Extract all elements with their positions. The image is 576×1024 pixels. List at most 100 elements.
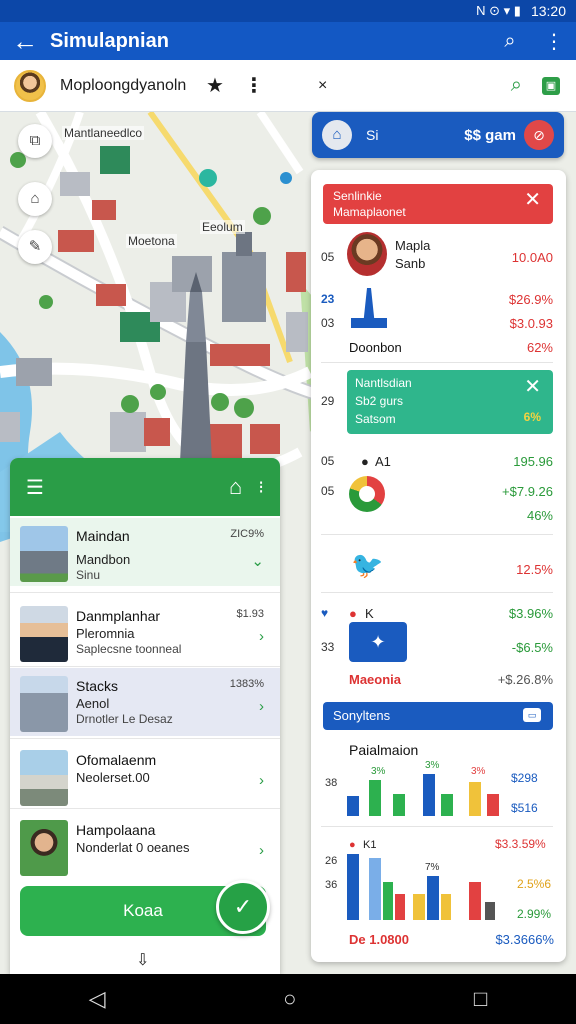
bar xyxy=(395,894,405,920)
bar-chart-2: ● K1 26 36 7% $3.3.59% 2.5%6 2.99% xyxy=(325,837,551,921)
confirm-fab[interactable]: ✓ xyxy=(216,880,270,934)
bar xyxy=(423,774,435,816)
item-detail: Saplecsne toonneal xyxy=(76,642,182,656)
row-number: 29 xyxy=(321,394,335,408)
list-item[interactable]: Ofomalaenm Neolerset.00 › xyxy=(10,742,280,810)
divider xyxy=(10,738,280,739)
chart-left-num: 26 xyxy=(325,855,337,867)
chart-title: Paialmaion xyxy=(349,742,419,758)
map-tool-icon[interactable]: ✎ xyxy=(18,230,52,264)
person-icon[interactable]: ⁝ xyxy=(258,477,264,498)
bar xyxy=(369,858,381,920)
bank-icon: ⌂ xyxy=(322,120,352,150)
chart-label: 3% xyxy=(425,760,440,771)
info-subtitle: Satsom xyxy=(355,412,396,426)
section-header[interactable]: Sonyltens ▭ xyxy=(323,702,553,730)
row-value: 10.0A0 xyxy=(511,250,553,265)
pin-icon: ● xyxy=(349,606,357,621)
chevron-right-icon[interactable]: › xyxy=(259,628,264,645)
row-value: +$.26.8% xyxy=(497,672,553,687)
more-icon[interactable]: ⋮ xyxy=(532,29,576,54)
divider xyxy=(321,362,553,363)
chevron-down-icon[interactable]: ⌄ xyxy=(251,552,264,570)
item-subtitle: Neolerset.00 xyxy=(76,770,150,785)
balance-pill[interactable]: ⌂ Si $$ gam ⊘ xyxy=(312,112,564,158)
alert-subtitle: Mamaplaonet xyxy=(333,205,406,219)
chevron-right-icon[interactable]: › xyxy=(259,698,264,715)
chart-left-label: ● xyxy=(349,839,356,851)
chart-left-num: 38 xyxy=(325,777,337,789)
close-icon[interactable]: ✕ xyxy=(524,377,541,397)
map-building-icon[interactable]: ⌂ xyxy=(18,182,52,216)
chart-block-icon: ✦ xyxy=(349,622,407,662)
list-item[interactable]: Stacks Aenol Drnotler Le Desaz 1383% › xyxy=(10,668,280,736)
search-icon[interactable]: ⌕ xyxy=(488,30,532,53)
item-subtitle: Pleromnia xyxy=(76,626,135,641)
nav-recent-icon[interactable]: □ xyxy=(474,986,487,1012)
row-value: 62% xyxy=(526,340,553,355)
row-value: -$6.5% xyxy=(511,640,553,655)
bar xyxy=(347,854,359,920)
bar xyxy=(485,902,495,920)
stats-panel: Senlinkie Mamaplaonet ✕ 05 Mapla Sanb 10… xyxy=(311,170,566,962)
back-icon[interactable]: ← xyxy=(0,22,50,60)
item-title: Maindan xyxy=(76,528,130,544)
row-number: 33 xyxy=(321,640,335,654)
row-number: 05 xyxy=(321,454,335,468)
chart-right-value: 2.99% xyxy=(517,907,551,921)
close-icon[interactable]: × xyxy=(318,77,327,95)
more-icon[interactable]: ⋮ xyxy=(244,73,264,98)
item-value: 1383% xyxy=(229,678,264,690)
item-thumbnail xyxy=(20,820,68,876)
row-number: 23 xyxy=(321,292,335,306)
row-value: +$7.9.26 xyxy=(502,484,553,499)
chevron-right-icon[interactable]: › xyxy=(259,772,264,789)
item-detail: Drnotler Le Desaz xyxy=(76,712,173,726)
map-layers-icon[interactable]: ⧉ xyxy=(18,124,52,158)
row-title: A1 xyxy=(375,454,391,469)
list-item[interactable]: Hampolaana Nonderlat 0 oeanes › xyxy=(10,812,280,880)
nav-back-icon[interactable]: ◁ xyxy=(89,986,106,1012)
alert-badge-icon[interactable]: ⊘ xyxy=(524,120,554,150)
app-title: Simulapnian xyxy=(50,29,169,52)
chevron-right-icon[interactable]: › xyxy=(259,842,264,859)
menu-icon[interactable]: ☰ xyxy=(26,475,44,500)
divider xyxy=(321,592,553,593)
bar xyxy=(369,780,381,816)
info-pct: 6% xyxy=(523,410,541,424)
chart-left-label: K1 xyxy=(363,839,376,851)
bar xyxy=(469,782,481,816)
list-item[interactable]: Maindan Mandbon Sinu ZIC9% ⌄ xyxy=(10,518,280,586)
signal-icon: N ⊙ ▾ ▮ xyxy=(476,3,521,18)
status-bar: N ⊙ ▾ ▮ 13:20 xyxy=(0,0,576,22)
bar xyxy=(469,882,481,920)
shop-bag-icon[interactable]: ▣ xyxy=(542,76,560,95)
map-label: Mantlaneedlco xyxy=(62,126,145,140)
row-value: 46% xyxy=(526,508,553,523)
bar xyxy=(487,794,499,816)
divider xyxy=(10,808,280,809)
map-label: Moetona xyxy=(126,234,177,248)
row-title: K xyxy=(365,606,374,621)
list-item[interactable]: Danmplanhar Pleromnia Saplecsne toonneal… xyxy=(10,598,280,666)
map-label: Eeolum xyxy=(200,220,245,234)
avatar[interactable] xyxy=(14,69,46,102)
bar xyxy=(383,882,393,920)
expand-icon[interactable]: ▭ xyxy=(523,708,541,722)
map-search-icon[interactable]: ⌕ xyxy=(511,74,522,97)
row-number: 05 xyxy=(321,484,335,498)
nav-home-icon[interactable]: ○ xyxy=(283,986,296,1012)
chart-right-value: $298 xyxy=(511,771,538,785)
bar xyxy=(393,794,405,816)
alert-banner[interactable]: Senlinkie Mamaplaonet ✕ xyxy=(323,184,553,224)
close-icon[interactable]: ✕ xyxy=(524,190,541,210)
bar xyxy=(413,894,425,920)
row-value: $3.0.93 xyxy=(509,316,553,331)
download-icon[interactable]: ⇩ xyxy=(136,950,149,970)
item-value: ZIC9% xyxy=(230,528,264,540)
star-icon[interactable]: ★ xyxy=(206,73,224,98)
profile-name: Moploongdyanoln xyxy=(60,76,187,94)
tower-icon xyxy=(351,288,387,328)
divider xyxy=(321,826,553,827)
info-banner[interactable]: Nantlsdian Sb2 gurs Satsom ✕ 6% xyxy=(347,370,553,434)
